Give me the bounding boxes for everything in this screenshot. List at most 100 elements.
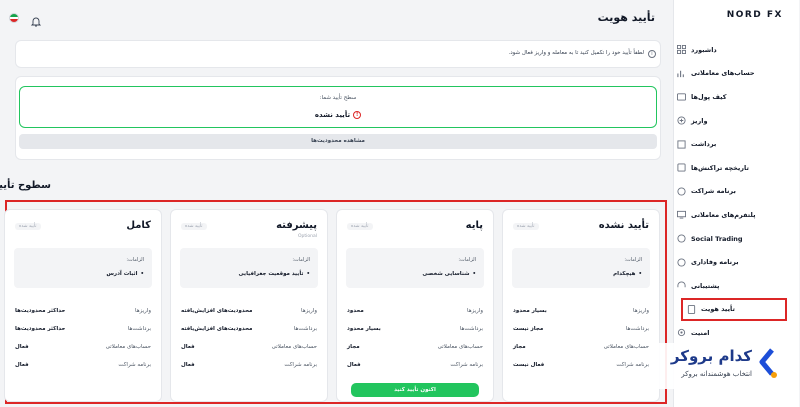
limit-row: واریزها بسیار محدود [514,302,650,320]
limit-key: برنامه شراکت [119,362,152,368]
limit-row: برنامه شراکت فعال [16,356,152,374]
sidebar-item-social-trading[interactable]: Social Trading [674,227,800,251]
identity-icon [688,304,697,314]
language-flag-icon[interactable] [10,13,20,23]
level-title: پایه [466,220,484,231]
limit-value: بسیار محدود [348,326,382,332]
level-badge: تأیید شده [514,223,540,230]
bell-icon[interactable] [31,12,43,27]
sidebar-item-label: واریز [692,116,709,125]
sidebar-item-support[interactable]: پشتیبانی [674,274,800,298]
requirement-item: هیچکدام [614,271,643,277]
sidebar-item-partnership[interactable]: برنامه شراکت [674,180,800,204]
sidebar-item-label: حساب‌های معاملاتی [692,69,756,78]
limit-row: حساب‌های معاملاتی فعال [182,338,318,356]
limits-list: واریزها محدودیت‌های افزایش‌یافته برداشت‌ه… [182,302,318,374]
verification-status-card: سطح تأیید شما: ! تأیید نشده مشاهده محدود… [16,76,662,160]
limit-row: برداشت‌ها مجاز نیست [514,320,650,338]
level-card-unverified: تأیید نشده تأیید شده الزامات: هیچکدام وا… [503,209,661,402]
sidebar-item-withdraw[interactable]: برداشت [674,132,800,156]
limit-row: برنامه شراکت فعال نیست [514,356,650,374]
limit-row: برداشت‌ها محدودیت‌های افزایش‌یافته [182,320,318,338]
limit-row: حساب‌های معاملاتی مجاز [348,338,484,356]
level-subtitle: Optional [298,234,318,239]
top-bar: تأیید هویت [6,9,668,27]
limit-key: حساب‌های معاملاتی [438,344,484,350]
sidebar-item-security[interactable]: امنیت [674,321,800,345]
view-limits-button[interactable]: مشاهده محدودیت‌ها [20,134,658,149]
limit-row: واریزها حداکثر محدودیت‌ها [16,302,152,320]
limit-key: برداشت‌ها [626,326,650,332]
sidebar-item-label: پلتفرم‌های معاملاتی [692,210,757,219]
limit-key: برنامه شراکت [451,362,484,368]
sidebar-item-label: Social Trading [692,234,744,243]
limit-key: حساب‌های معاملاتی [106,344,152,350]
level-title: کامل [127,220,152,231]
limit-value: فعال نیست [514,362,546,368]
requirements-box: الزامات: شناسایی شخصی [347,248,485,288]
brand-mark-icon [760,348,778,378]
level-title: پیشرفته [277,220,318,231]
limit-key: برداشت‌ها [128,326,152,332]
sidebar-item-history[interactable]: تاریخچه تراکنش‌ها [674,156,800,180]
limit-value: فعال [182,362,196,368]
limit-value: فعال [182,344,196,350]
sidebar-item-identity[interactable]: تأیید هویت [682,297,788,322]
limit-value: بسیار محدود [514,308,548,314]
info-icon: i [649,50,657,58]
limit-value: محدودیت‌های افزایش‌یافته [182,326,254,332]
platform-icon [678,210,687,220]
limits-list: واریزها محدود برداشت‌ها بسیار محدود حساب‌ه… [348,302,484,374]
sidebar-nav: داشبورد حساب‌های معاملاتی کیف پول‌ها وار… [674,38,800,345]
level-title: تأیید نشده [599,220,650,231]
broker-watermark: کدام بروکر انتخاب هوشمندانه بروکر [650,343,785,389]
sidebar-item-label: تأیید هویت [702,305,736,314]
alert-text: لطفاً تأیید خود را تکمیل کنید تا به معام… [509,50,645,56]
deposit-icon [678,116,687,125]
limit-key: واریزها [302,308,318,314]
requirements-box: الزامات: اثبات آدرس [15,248,153,288]
limit-row: برنامه شراکت فعال [182,356,318,374]
limits-list: واریزها حداکثر محدودیت‌ها برداشت‌ها حداکثر… [16,302,152,374]
sidebar-item-dashboard[interactable]: داشبورد [674,38,800,62]
requirements-label: الزامات: [293,257,311,263]
watermark-subtitle: انتخاب هوشمندانه بروکر [682,370,753,378]
level-card-basic: پایه تأیید شده الزامات: شناسایی شخصی وار… [337,209,495,402]
limit-value: مجاز [514,344,527,350]
withdraw-icon [678,140,687,149]
sidebar-item-label: کیف پول‌ها [692,92,728,101]
limit-key: واریزها [468,308,484,314]
limits-list: واریزها بسیار محدود برداشت‌ها مجاز نیست حس… [514,302,650,374]
limit-key: برنامه شراکت [617,362,650,368]
level-badge: تأیید شده [16,223,42,230]
sidebar-item-trading-accounts[interactable]: حساب‌های معاملاتی [674,62,800,86]
limit-value: محدود [348,308,365,314]
level-card-advanced: پیشرفته Optional تأیید شده الزامات: تأیی… [171,209,329,402]
limit-row: واریزها محدود [348,302,484,320]
sidebar-item-wallets[interactable]: کیف پول‌ها [674,85,800,109]
sidebar-item-platforms[interactable]: پلتفرم‌های معاملاتی [674,203,800,227]
warning-icon: ! [354,111,363,119]
chart-icon [678,69,687,78]
sidebar-item-deposit[interactable]: واریز [674,109,800,133]
verify-now-button[interactable]: اکنون تأیید کنید [352,383,480,397]
limit-key: واریزها [634,308,650,314]
watermark-title: کدام بروکر [671,347,753,365]
sidebar-item-label: پشتیبانی [692,281,721,290]
limit-key: واریزها [136,308,152,314]
limit-row: واریزها محدودیت‌های افزایش‌یافته [182,302,318,320]
requirement-item: شناسایی شخصی [423,271,477,277]
history-icon [678,163,687,172]
status-box: سطح تأیید شما: ! تأیید نشده [20,86,658,128]
limit-key: حساب‌های معاملاتی [272,344,318,350]
limit-row: حساب‌های معاملاتی مجاز [514,338,650,356]
sidebar-item-label: داشبورد [692,45,718,54]
limit-value: فعال [16,344,30,350]
sidebar-item-loyalty[interactable]: برنامه وفاداری [674,250,800,274]
loyalty-icon [678,258,687,267]
limit-value: مجاز نیست [514,326,545,332]
status-value-text: تأیید نشده [315,111,352,119]
brand-logo[interactable]: NORD FX [728,10,784,20]
status-label: سطح تأیید شما: [320,95,358,101]
limit-value: فعال [348,362,362,368]
